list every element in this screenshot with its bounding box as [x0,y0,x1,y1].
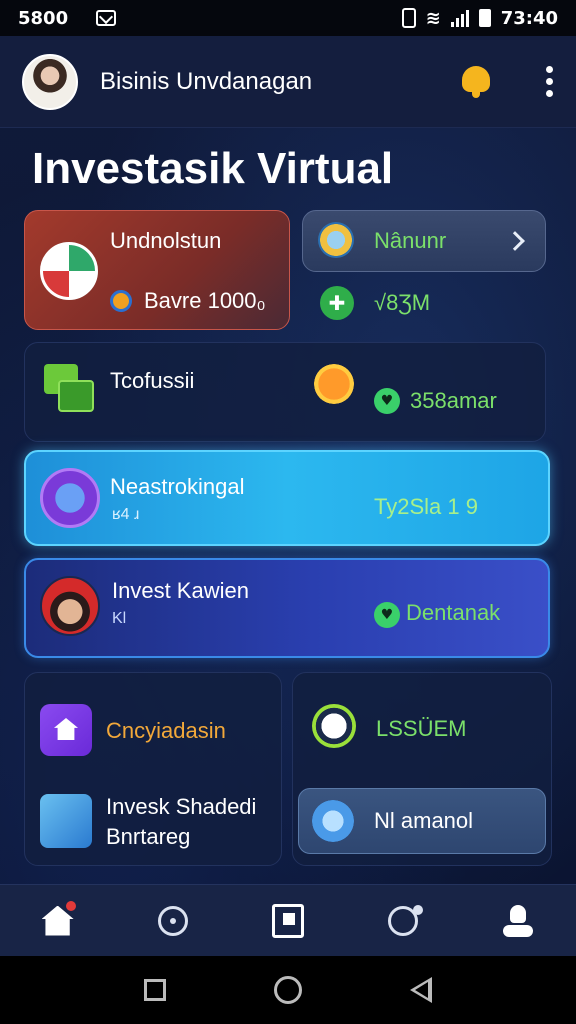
system-navigation-bar [0,956,576,1024]
card5-value: Dentanak [406,600,501,625]
money-icon [44,364,94,412]
pie-chart-icon [40,242,98,300]
back-icon[interactable] [410,977,432,1003]
heart-icon: ♥ [374,388,400,414]
search-person-icon [388,904,424,936]
globe-icon [312,800,354,842]
wifi-icon: ≋ [425,7,441,29]
status-time-right: 73:40 [500,7,558,29]
more-vertical-icon[interactable] [546,66,554,97]
card6-item2-line2[interactable]: Bnrtareg [106,824,190,850]
card7-button-label: Nl amanol [374,808,474,833]
card1-title: Undnolstun [110,228,222,253]
card4-title: Neastrokingal [110,474,245,499]
card1-subtitle: Bavre 1000₀ [144,288,266,313]
card3-title: Tcofussii [110,368,195,393]
nav-profile[interactable] [488,891,548,951]
bell-icon[interactable] [458,64,494,100]
notification-dot [65,900,76,911]
home-tile-icon [40,704,92,756]
card7-value: LSSÜEM [376,716,467,741]
system-home-icon[interactable] [274,976,302,1004]
nav-portfolio[interactable] [258,891,318,951]
location-pin-icon [110,290,132,312]
card5-subtitle: Kl [112,610,127,627]
gauge-icon [312,704,356,748]
nav-home[interactable] [28,891,88,951]
card6-item2-line1[interactable]: Invesk Shadedi [106,794,256,820]
battery-icon [478,9,491,27]
badge-icon [40,468,100,528]
card3-value: 358amar [410,388,497,413]
plus-circle-icon: ✚ [320,286,354,320]
card2-title: Nânunr [374,228,447,253]
investor-avatar [40,576,100,636]
page-title: Investasik Virtual [32,144,394,193]
card6-item1[interactable]: Cncyiadasin [106,718,226,744]
heart-icon: ♥ [374,602,400,628]
mail-icon [96,10,117,26]
nav-explore[interactable] [143,891,203,951]
app-screen: 5800 ≋ 73:40 Bisinis Unvdanagan Investas… [0,0,576,1024]
card5-title: Invest Kawien [112,578,249,603]
header-title: Bisinis Unvdanagan [100,67,313,95]
card4-subtitle: ʁ4 ɹ [112,506,140,523]
card2-value: √8ƷM [374,290,431,315]
status-bar: 5800 ≋ 73:40 [0,0,576,36]
app-header: Bisinis Unvdanagan [0,36,576,128]
recent-apps-icon[interactable] [144,979,166,1001]
sun-icon [314,364,354,404]
nav-search[interactable] [373,891,433,951]
card4-value: Ty2Sla 1 9 [374,494,478,519]
vibrate-icon [401,8,416,28]
flag-icon [271,903,304,938]
status-time-left: 5800 [18,7,69,29]
signal-icon [450,9,469,27]
profile-icon [503,904,534,937]
bottom-navigation [0,884,576,956]
user-avatar[interactable] [22,53,78,110]
box-icon [40,794,92,848]
compass-icon [318,222,354,258]
circle-icon [157,905,188,936]
